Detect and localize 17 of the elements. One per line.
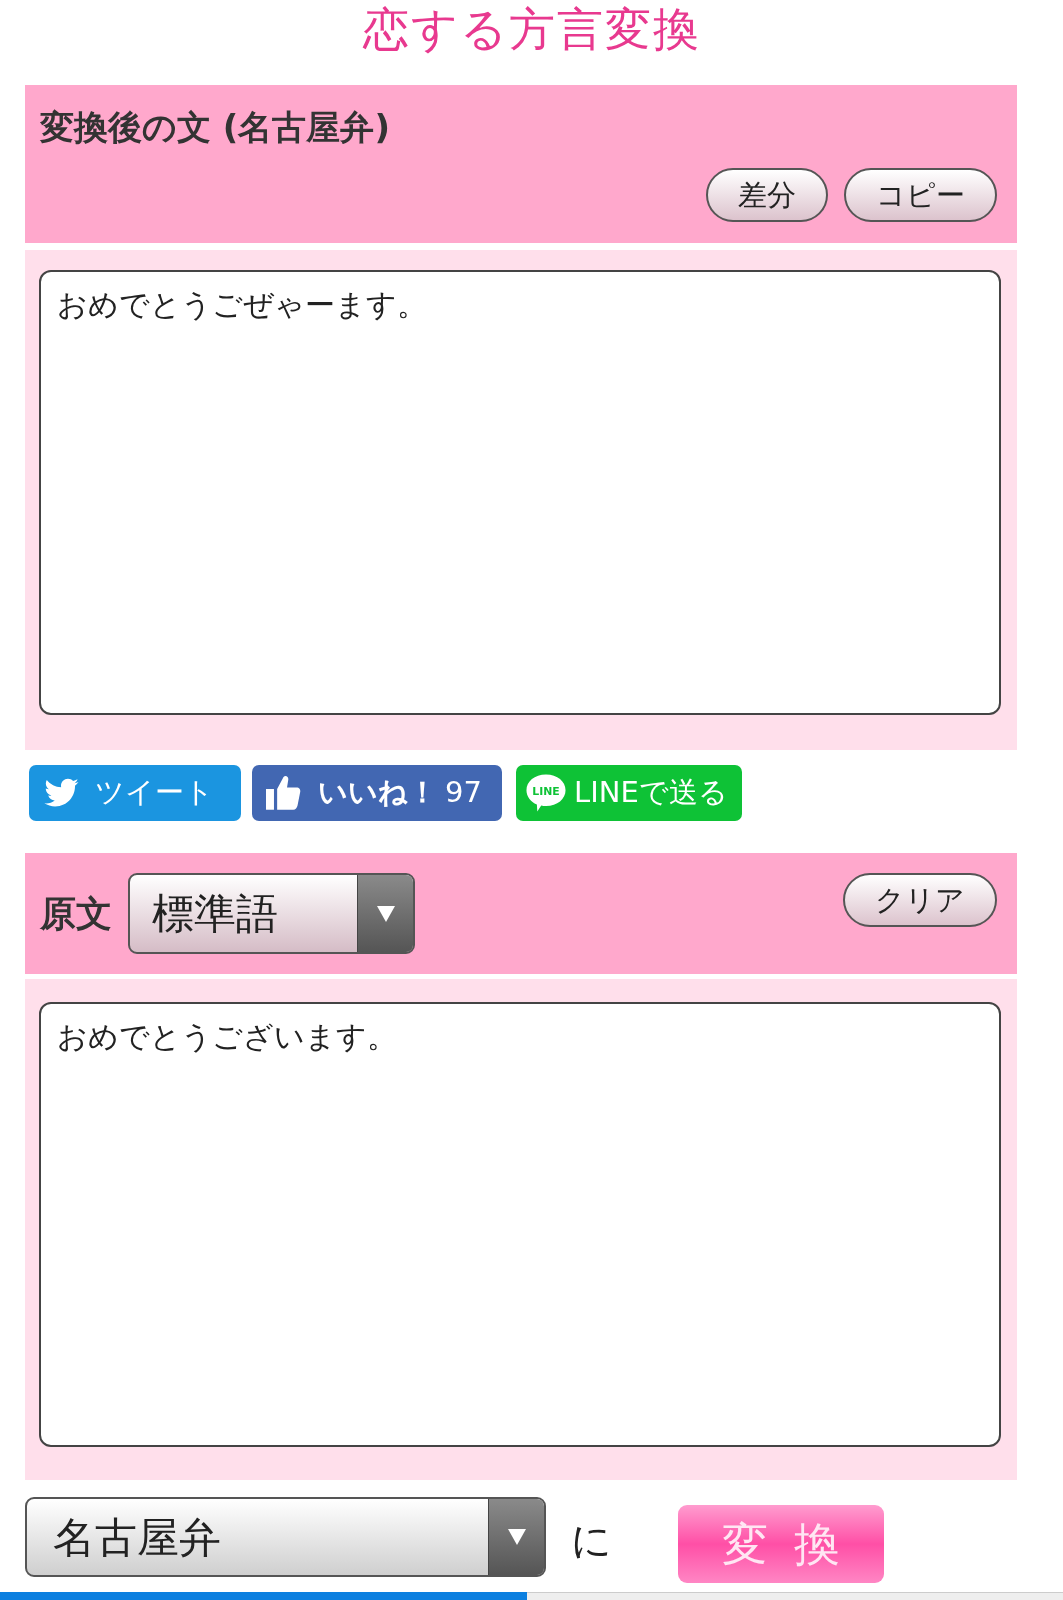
bird-icon xyxy=(43,778,79,808)
action-button[interactable]: 差分 xyxy=(706,168,828,222)
page-title: 恋する方言変換 xyxy=(361,1,702,58)
result-text-area[interactable]: おめでとうごぜゃーます。 xyxy=(39,270,1001,715)
caret-icon xyxy=(507,1529,526,1545)
like-button[interactable]: いいね！ 97 xyxy=(252,765,502,821)
section-heading: 変換後の文 (名古屋弁) xyxy=(40,106,391,149)
caret-icon xyxy=(376,905,395,922)
dialect-dropdown[interactable]: 標準語 xyxy=(128,873,415,954)
particle-label: に xyxy=(571,1516,612,1565)
chat-bubble-icon: LINE xyxy=(526,774,566,812)
source-text-area[interactable]: おめでとうございます。 xyxy=(39,1002,1001,1447)
action-button[interactable]: コピー xyxy=(844,168,997,222)
thumbs-up-icon xyxy=(266,775,302,811)
clear-button[interactable]: クリア xyxy=(843,873,997,927)
section-heading: 原文 xyxy=(40,891,112,936)
target-dialect-dropdown[interactable]: 名古屋弁 xyxy=(25,1497,546,1577)
